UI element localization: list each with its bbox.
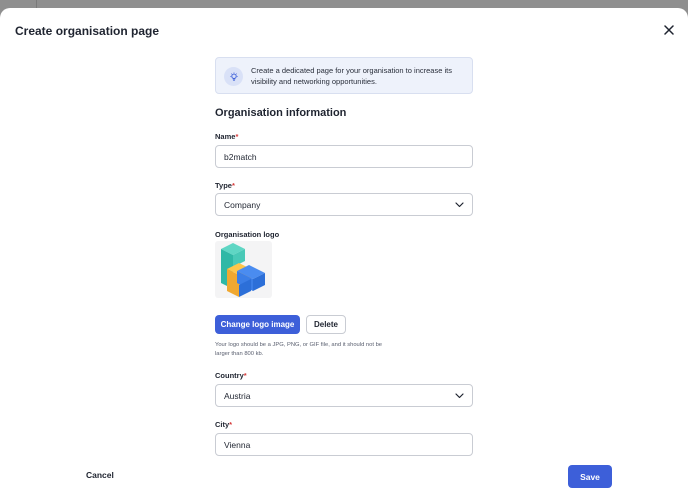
type-select-value: Company: [224, 199, 261, 210]
lightbulb-icon: [224, 67, 243, 86]
required-mark: *: [229, 420, 233, 429]
modal-title: Create organisation page: [15, 24, 160, 38]
country-label: Country*: [215, 371, 247, 380]
type-label: Type*: [215, 181, 235, 190]
country-select-value: Austria: [224, 390, 251, 401]
city-label-text: City: [215, 420, 230, 429]
country-label-text: Country: [215, 371, 244, 380]
close-button[interactable]: [660, 21, 678, 39]
name-input[interactable]: [215, 145, 473, 168]
city-label: City*: [215, 420, 232, 429]
required-mark: *: [243, 371, 247, 380]
chevron-down-icon: [455, 392, 464, 398]
name-label-text: Name: [215, 132, 236, 141]
cancel-button[interactable]: Cancel: [86, 470, 114, 480]
info-banner: Create a dedicated page for your organis…: [215, 57, 473, 94]
country-select[interactable]: Austria: [215, 384, 473, 407]
close-icon: [664, 25, 674, 35]
delete-logo-button[interactable]: Delete: [306, 315, 346, 334]
save-button[interactable]: Save: [568, 465, 612, 488]
type-select[interactable]: Company: [215, 193, 473, 216]
city-input[interactable]: [215, 433, 473, 456]
chevron-down-icon: [455, 201, 464, 207]
logo-label: Organisation logo: [215, 230, 280, 239]
section-title: Organisation information: [215, 107, 347, 119]
logo-hint: Your logo should be a JPG, PNG, or GIF f…: [215, 342, 383, 357]
organisation-logo: [215, 241, 272, 298]
required-mark: *: [235, 132, 239, 141]
change-logo-button[interactable]: Change logo image: [215, 315, 300, 334]
create-organisation-modal: Create organisation page Create a dedica…: [0, 8, 688, 496]
b2match-logo-image: [221, 243, 265, 297]
organisation-form: Create a dedicated page for your organis…: [215, 57, 473, 456]
name-label: Name*: [215, 132, 238, 141]
info-text: Create a dedicated page for your organis…: [251, 66, 452, 86]
required-mark: *: [231, 181, 235, 190]
type-label-text: Type: [215, 181, 232, 190]
